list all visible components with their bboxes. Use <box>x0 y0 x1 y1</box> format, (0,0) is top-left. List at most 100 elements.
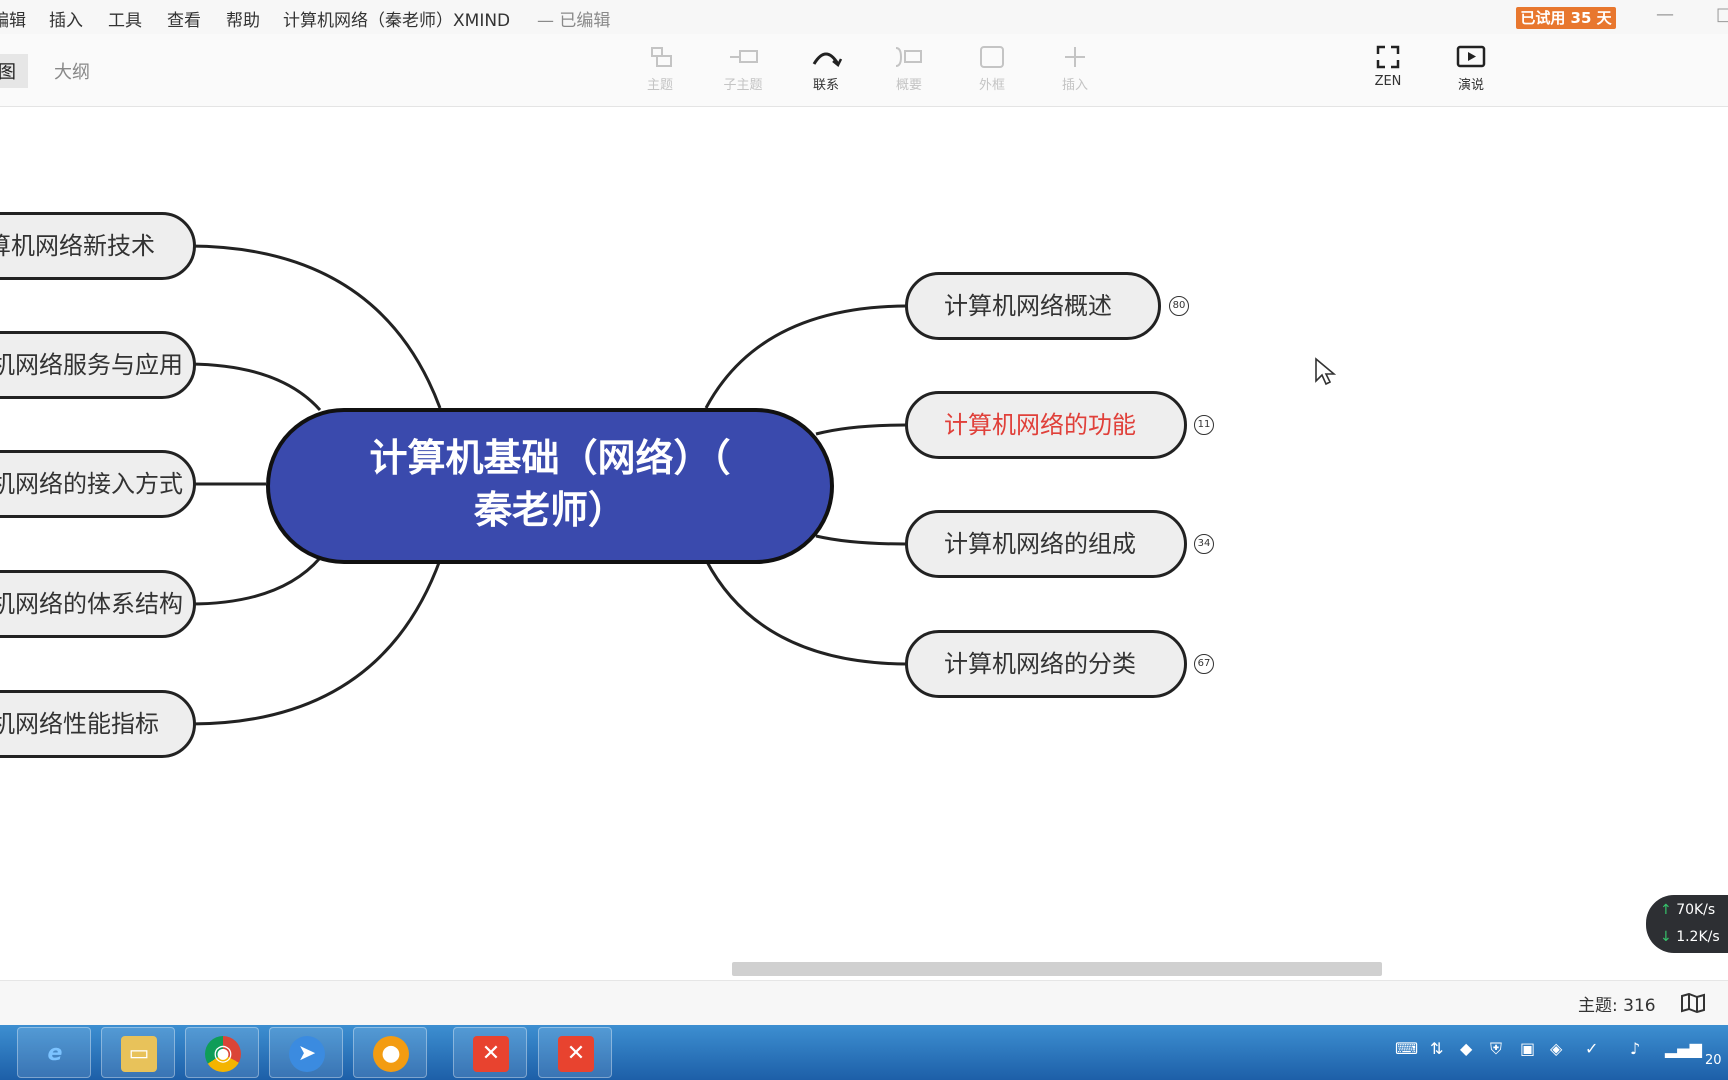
taskbar-ie[interactable]: e <box>17 1027 91 1078</box>
horizontal-scrollbar[interactable] <box>732 962 1382 976</box>
menu-bar: 编辑 插入 工具 查看 帮助 计算机网络（秦老师）XMIND — 已编辑 已试用… <box>0 0 1728 34</box>
fullscreen-icon <box>1376 45 1400 69</box>
present-label: 演说 <box>1457 78 1484 93</box>
edited-status: — 已编辑 <box>537 11 611 31</box>
collapse-count-badge-1[interactable]: 80 <box>1169 296 1189 316</box>
mouse-cursor-icon <box>1315 357 1336 386</box>
summary-button[interactable]: 概要 <box>879 42 939 93</box>
topic-left-1[interactable]: 计算机网络新技术 <box>0 212 196 280</box>
antivirus-tray-icon[interactable]: ◈ <box>1550 1039 1562 1058</box>
upload-arrow-icon: ↑ <box>1660 902 1672 918</box>
shield-check-tray-icon[interactable]: ✓ <box>1585 1039 1598 1058</box>
boundary-button[interactable]: 外框 <box>962 42 1022 93</box>
topic-left-2[interactable]: 计算机网络服务与应用 <box>0 331 196 399</box>
download-speed: ↓ 1.2K/s <box>1660 929 1720 945</box>
boundary-label: 外框 <box>978 78 1005 93</box>
insert-button[interactable]: 插入 <box>1045 42 1105 93</box>
collapse-count-badge-2[interactable]: 11 <box>1194 415 1214 435</box>
taskbar-feishu[interactable]: ➤ <box>269 1027 343 1078</box>
topic-label: 主题 <box>646 78 673 93</box>
connector-left-4 <box>189 557 322 606</box>
clock-date[interactable]: 20 <box>1705 1053 1722 1068</box>
menu-tools[interactable]: 工具 <box>108 6 142 31</box>
download-arrow-icon: ↓ <box>1660 929 1672 945</box>
relationship-icon <box>812 52 843 67</box>
taskbar-chrome[interactable]: ◉ <box>185 1027 259 1078</box>
subtopic-icon <box>730 50 758 63</box>
subtopic-label: 子主题 <box>723 78 763 93</box>
topic-left-3[interactable]: 计算机网络的接入方式 <box>0 450 196 518</box>
present-button[interactable]: 演说 <box>1441 42 1501 93</box>
minimize-button[interactable]: — <box>1656 4 1674 25</box>
topic-count: 主题: 316 <box>1578 996 1656 1016</box>
taskbar-explorer[interactable]: ▭ <box>101 1027 175 1078</box>
topic-left-4[interactable]: 计算机网络的体系结构 <box>0 570 196 638</box>
topic-icon <box>651 47 672 67</box>
topic-right-1[interactable]: 计算机网络概述 <box>905 272 1161 340</box>
summary-label: 概要 <box>895 78 922 93</box>
taskbar-xmind-1[interactable]: ✕ <box>453 1027 527 1078</box>
topic-left-5[interactable]: 计算机网络性能指标 <box>0 690 196 758</box>
mindmap-canvas[interactable]: 计算机网络新技术 计算机网络服务与应用 计算机网络的接入方式 计算机网络的体系结… <box>0 107 1728 962</box>
xmind-icon-2: ✕ <box>558 1036 594 1072</box>
status-bar: 主题: 316 <box>0 980 1728 1026</box>
menu-edit[interactable]: 编辑 <box>0 6 26 31</box>
tab-mindmap[interactable]: 图 <box>0 54 28 88</box>
insert-label: 插入 <box>1061 78 1088 93</box>
tab-outline[interactable]: 大纲 <box>42 54 102 88</box>
network-tray-icon[interactable]: ▣ <box>1520 1039 1535 1058</box>
boundary-icon <box>980 46 1004 68</box>
map-view-icon[interactable] <box>1680 993 1706 1013</box>
toolbar: 图 大纲 主题 子主题 联系 概要 外框 插入 ZEN 演说 <box>0 34 1728 107</box>
menu-help[interactable]: 帮助 <box>226 6 260 31</box>
present-icon <box>1456 45 1486 68</box>
relationship-label: 联系 <box>812 78 839 93</box>
maximize-button[interactable]: □ <box>1716 4 1728 25</box>
trial-badge[interactable]: 已试用 35 天 <box>1516 7 1616 29</box>
upload-speed-value: 70K/s <box>1676 902 1716 918</box>
central-topic-line1: 计算机基础（网络）（ <box>369 436 731 480</box>
zen-label: ZEN <box>1374 74 1402 89</box>
subtopic-button[interactable]: 子主题 <box>713 42 773 93</box>
taskbar-xmind-2[interactable]: ✕ <box>538 1027 612 1078</box>
download-speed-value: 1.2K/s <box>1676 929 1720 945</box>
zen-button[interactable]: ZEN <box>1358 42 1418 89</box>
topic-button[interactable]: 主题 <box>630 42 690 93</box>
topic-right-2[interactable]: 计算机网络的功能 <box>905 391 1187 459</box>
connector-right-1 <box>704 304 907 409</box>
volume-icon[interactable]: ♪ <box>1630 1039 1640 1058</box>
keyboard-tray-icon[interactable]: ⌨ <box>1395 1039 1418 1058</box>
menu-insert[interactable]: 插入 <box>49 6 83 31</box>
record-icon: ● <box>373 1036 409 1072</box>
summary-icon <box>895 47 922 67</box>
central-topic-line2: 秦老师） <box>473 488 626 532</box>
topic-right-3[interactable]: 计算机网络的组成 <box>905 510 1187 578</box>
taskbar: e ▭ ◉ ➤ ● ✕ ✕ ⌨ ⇅ ◆ ⛨ ▣ ◈ ✓ ♪ ▂▄▆ 20 <box>0 1025 1728 1080</box>
feishu-icon: ➤ <box>289 1036 325 1072</box>
security-tray-icon[interactable]: ◆ <box>1460 1039 1472 1058</box>
shield-tray-icon[interactable]: ⛨ <box>1490 1039 1502 1059</box>
signal-icon[interactable]: ▂▄▆ <box>1665 1039 1702 1058</box>
menu-view[interactable]: 查看 <box>167 6 201 31</box>
network-speed-widget[interactable]: ↑ 70K/s ↓ 1.2K/s <box>1646 895 1728 953</box>
taskbar-recorder[interactable]: ● <box>353 1027 427 1078</box>
central-topic[interactable]: 计算机基础（网络）（ 秦老师） <box>266 408 834 564</box>
window-title: 计算机网络（秦老师）XMIND <box>283 11 511 31</box>
connector-left-1 <box>189 244 442 409</box>
connector-right-4 <box>704 559 907 666</box>
relationship-button[interactable]: 联系 <box>796 42 856 93</box>
collapse-count-badge-3[interactable]: 34 <box>1194 534 1214 554</box>
chrome-icon: ◉ <box>205 1036 241 1072</box>
file-explorer-icon: ▭ <box>121 1036 157 1072</box>
connector-left-5 <box>189 559 442 726</box>
xmind-icon-1: ✕ <box>473 1036 509 1072</box>
connector-lines <box>189 244 907 726</box>
connector-right-3 <box>815 534 907 546</box>
usb-tray-icon[interactable]: ⇅ <box>1430 1039 1443 1058</box>
connector-left-2 <box>189 362 322 411</box>
topic-right-4[interactable]: 计算机网络的分类 <box>905 630 1187 698</box>
upload-speed: ↑ 70K/s <box>1660 902 1715 918</box>
insert-plus-icon <box>1065 47 1085 67</box>
ie-icon: e <box>47 1041 63 1066</box>
collapse-count-badge-4[interactable]: 67 <box>1194 654 1214 674</box>
